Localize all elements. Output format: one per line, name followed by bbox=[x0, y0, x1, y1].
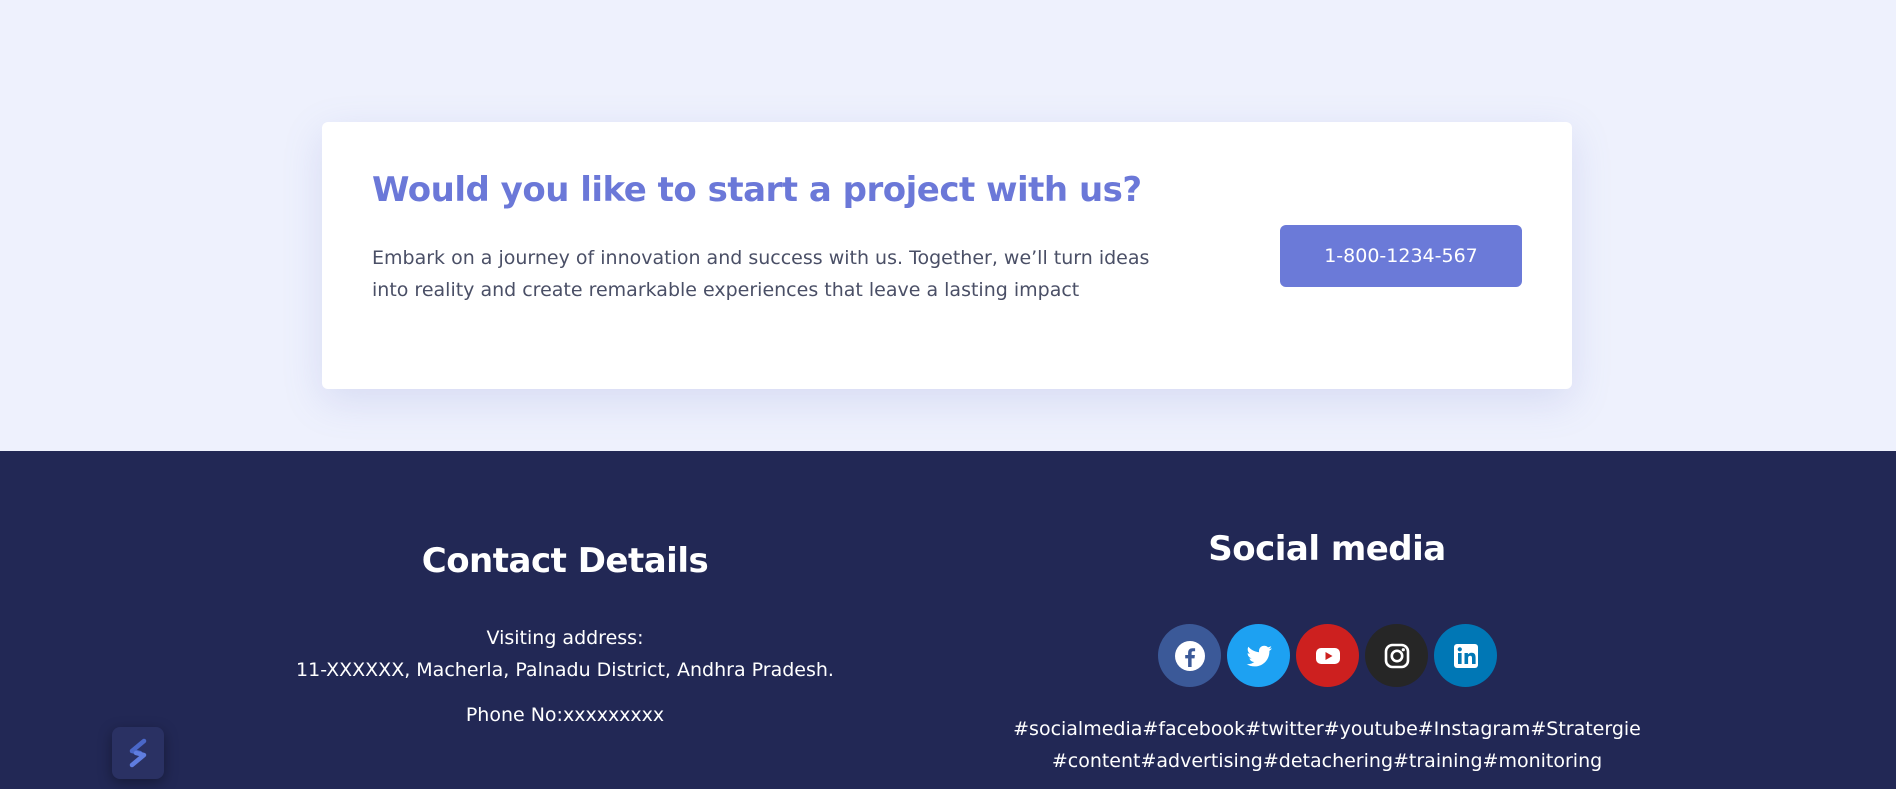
hashtags-line: #socialmedia#facebook#twitter#youtube#In… bbox=[1013, 718, 1641, 740]
cta-title: Would you like to start a project with u… bbox=[372, 170, 1142, 210]
address-text: 11-XXXXXX, Macherla, Palnadu District, A… bbox=[296, 659, 834, 681]
phone-text: Phone No:xxxxxxxxx bbox=[465, 704, 665, 726]
facebook-icon[interactable] bbox=[1158, 624, 1221, 687]
cta-section: Would you like to start a project with u… bbox=[0, 0, 1896, 451]
instagram-icon[interactable] bbox=[1365, 624, 1428, 687]
site-logo-badge-icon[interactable] bbox=[112, 727, 164, 779]
footer: Contact Details Visiting address: 11-XXX… bbox=[0, 451, 1896, 789]
cta-card: Would you like to start a project with u… bbox=[322, 122, 1572, 389]
hashtags-line: #content#advertising#detachering#trainin… bbox=[1051, 750, 1603, 772]
hashtags-text: #socialmedia#facebook#twitter#youtube#In… bbox=[1000, 713, 1654, 777]
phone-call-button[interactable]: 1-800-1234-567 bbox=[1280, 225, 1522, 287]
social-heading: Social media bbox=[1208, 529, 1446, 569]
cta-description: Embark on a journey of innovation and su… bbox=[372, 247, 1150, 301]
youtube-icon[interactable] bbox=[1296, 624, 1359, 687]
twitter-icon[interactable] bbox=[1227, 624, 1290, 687]
contact-heading: Contact Details bbox=[421, 541, 709, 581]
address-label: Visiting address: bbox=[486, 627, 644, 649]
linkedin-icon[interactable] bbox=[1434, 624, 1497, 687]
social-icons bbox=[1158, 624, 1497, 687]
